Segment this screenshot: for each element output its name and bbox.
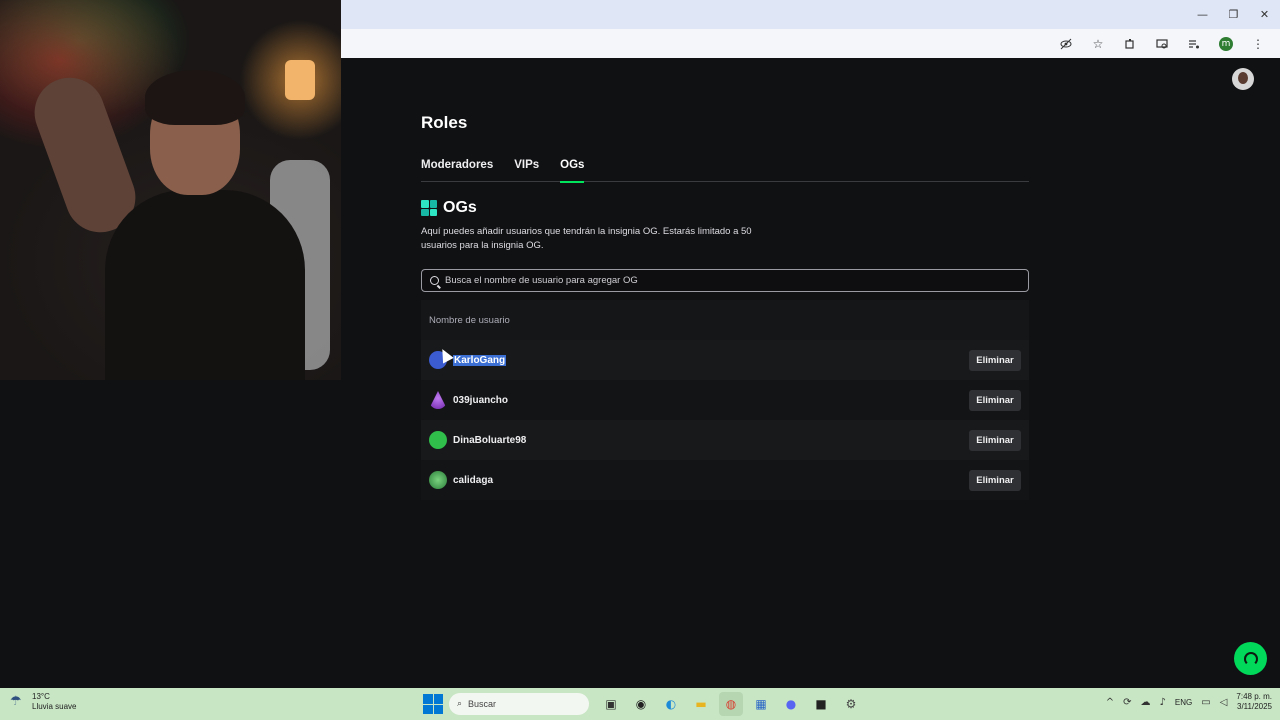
weather-desc: Lluvia suave (32, 702, 77, 711)
og-badge-icon (421, 200, 437, 216)
file-explorer-icon[interactable]: ▬ (689, 692, 713, 716)
taskbar: ☂ 13°C Lluvia suave ⌕ Buscar ▣ ◉ ◐ ▬ ◍ ▦… (0, 688, 1280, 720)
roles-tabs: Moderadores VIPs OGs (421, 157, 1029, 183)
clock[interactable]: 7:48 p. m. 3/11/2025 (1236, 692, 1272, 712)
chevron-up-icon[interactable]: ^ (1106, 697, 1114, 708)
weather-widget[interactable]: ☂ 13°C Lluvia suave (10, 692, 76, 712)
browser-toolbar: ☆ m ⋮ (341, 29, 1280, 58)
table-row: KarloGang Eliminar (421, 340, 1029, 380)
settings-icon[interactable]: ⚙ (839, 692, 863, 716)
eye-off-icon[interactable] (1054, 32, 1078, 56)
task-view-icon[interactable]: ▣ (599, 692, 623, 716)
search-icon (430, 276, 439, 285)
user-avatar (429, 471, 447, 489)
username[interactable]: calidaga (453, 475, 493, 486)
user-avatar[interactable] (1232, 68, 1254, 90)
username[interactable]: KarloGang (453, 354, 507, 366)
user-avatar (429, 391, 447, 409)
restore-button[interactable]: ❐ (1218, 0, 1249, 29)
section-title: OGs (443, 199, 477, 216)
cast-icon[interactable] (1150, 32, 1174, 56)
section-description: Aquí puedes añadir usuarios que tendrán … (421, 226, 752, 251)
microphone-icon[interactable]: ♪ (1160, 697, 1166, 708)
obs-icon[interactable]: ◉ (629, 692, 653, 716)
streamer (24, 55, 305, 380)
tab-vips[interactable]: VIPs (514, 157, 539, 182)
chrome-icon[interactable]: ◍ (719, 692, 743, 716)
browser-titlebar: — ❐ ✕ (341, 0, 1280, 29)
taskbar-search[interactable]: ⌕ Buscar (449, 693, 589, 715)
volume-icon[interactable]: ◁ (1220, 697, 1228, 708)
tab-moderadores[interactable]: Moderadores (421, 157, 493, 182)
sync-icon[interactable]: ⟳ (1123, 697, 1131, 708)
star-icon[interactable]: ☆ (1086, 32, 1110, 56)
taskbar-apps: ⌕ Buscar ▣ ◉ ◐ ▬ ◍ ▦ ● ■ ⚙ (423, 692, 863, 716)
store-icon[interactable]: ▦ (749, 692, 773, 716)
cloud-icon[interactable]: ☁ (1141, 697, 1151, 708)
extensions-icon[interactable] (1118, 32, 1142, 56)
epic-games-icon[interactable]: ■ (809, 692, 833, 716)
minimize-button[interactable]: — (1187, 0, 1218, 29)
taskbar-search-label: Buscar (468, 699, 497, 709)
table-row: calidaga Eliminar (421, 460, 1029, 500)
profile-button[interactable]: m (1214, 32, 1238, 56)
rain-cloud-icon: ☂ (10, 694, 22, 709)
lamp (285, 60, 315, 100)
username[interactable]: 039juancho (453, 395, 508, 406)
windows-start-icon[interactable] (423, 694, 443, 714)
clock-date: 3/11/2025 (1237, 702, 1272, 711)
page-title: Roles (421, 113, 468, 132)
table-header: Nombre de usuario (421, 300, 1029, 340)
help-chat-button[interactable] (1234, 642, 1267, 675)
close-button[interactable]: ✕ (1249, 0, 1280, 29)
search-icon: ⌕ (457, 699, 463, 709)
remove-button[interactable]: Eliminar (969, 429, 1021, 451)
tab-ogs[interactable]: OGs (560, 157, 585, 183)
discord-icon[interactable]: ● (779, 692, 803, 716)
table-row: DinaBoluarte98 Eliminar (421, 420, 1029, 460)
network-icon[interactable]: ▭ (1201, 697, 1210, 708)
table-row: 039juancho Eliminar (421, 380, 1029, 420)
edge-icon[interactable]: ◐ (659, 692, 683, 716)
section-header: OGs (421, 199, 477, 217)
weather-temp: 13°C (32, 692, 50, 701)
headset-icon (1243, 651, 1258, 666)
search-input[interactable] (445, 275, 1005, 286)
clock-time: 7:48 p. m. (1236, 692, 1272, 701)
system-tray: ^ ⟳ ☁ ♪ ENG ▭ ◁ 7:48 p. m. 3/11/2025 (1106, 692, 1272, 712)
og-users-table: Nombre de usuario KarloGang Eliminar 039… (421, 300, 1029, 500)
remove-button[interactable]: Eliminar (969, 469, 1021, 491)
remove-button[interactable]: Eliminar (969, 349, 1021, 371)
more-menu-icon[interactable]: ⋮ (1246, 32, 1270, 56)
user-avatar (429, 431, 447, 449)
webcam-overlay (0, 0, 341, 380)
username[interactable]: DinaBoluarte98 (453, 435, 526, 446)
search-field[interactable] (421, 269, 1029, 292)
media-icon[interactable] (1182, 32, 1206, 56)
language-indicator[interactable]: ENG (1175, 698, 1192, 707)
remove-button[interactable]: Eliminar (969, 389, 1021, 411)
